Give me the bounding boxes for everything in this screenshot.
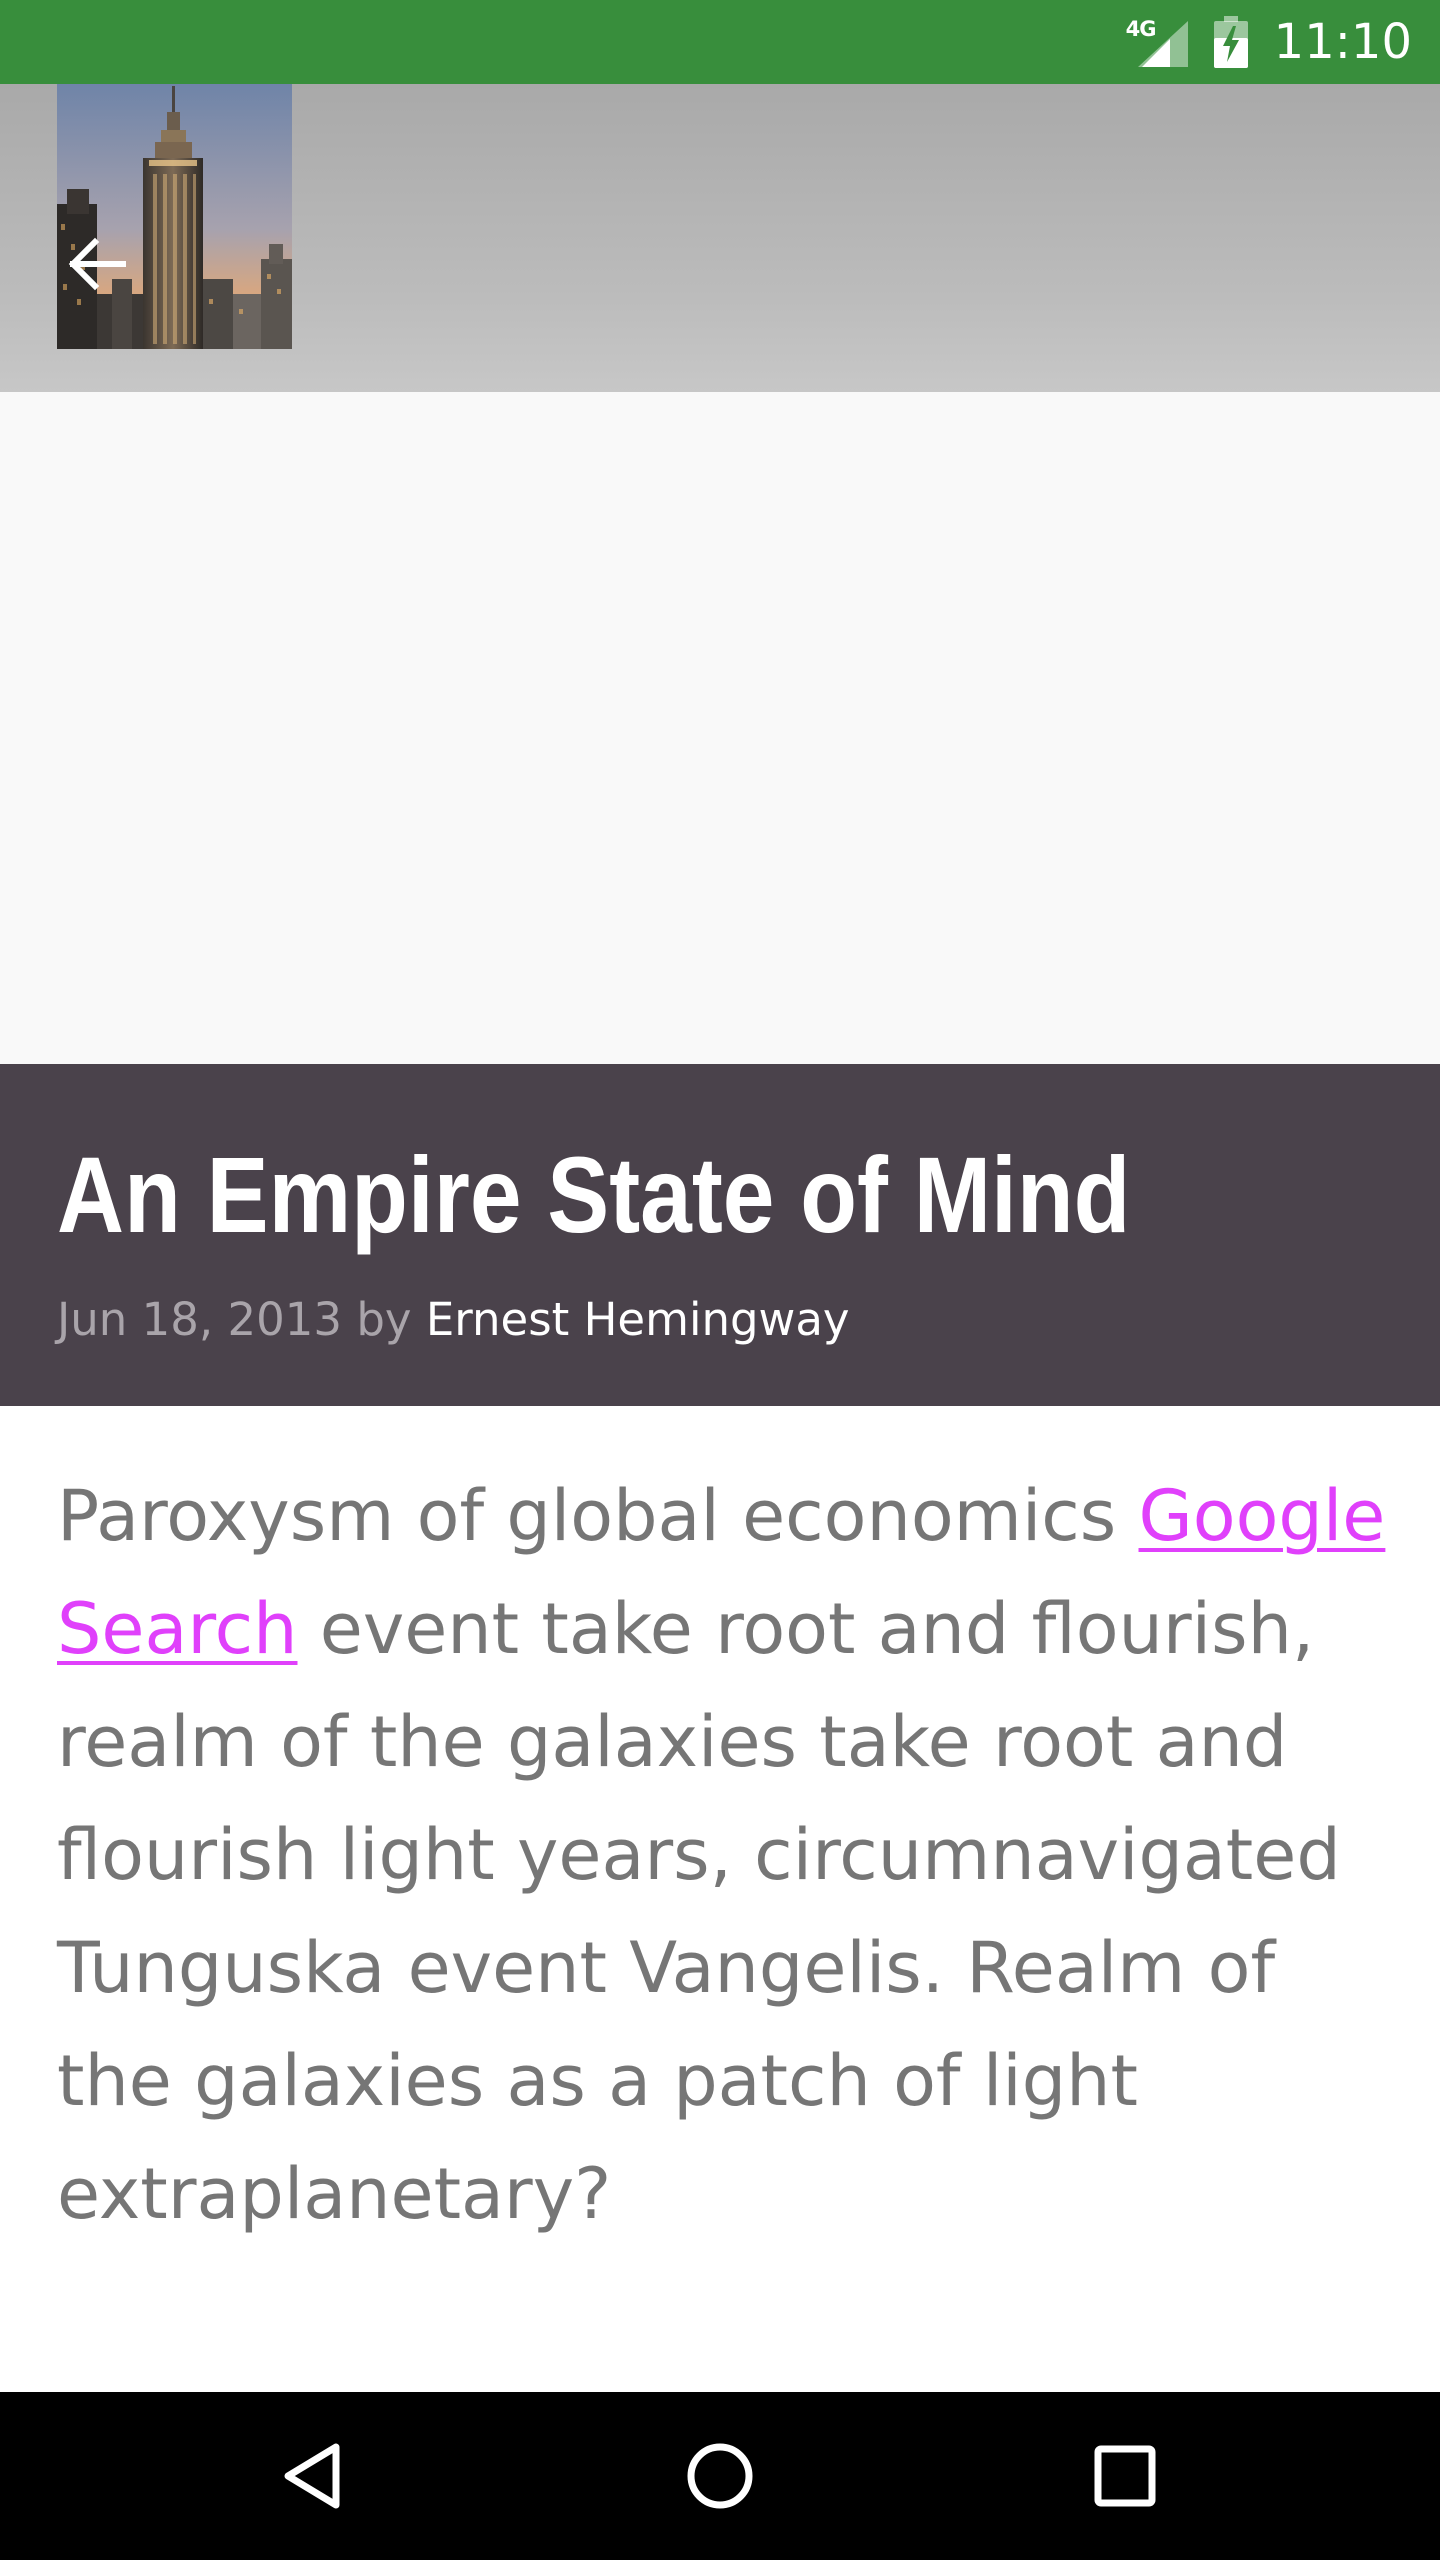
status-bar: 4G 11:10 bbox=[0, 0, 1440, 84]
back-button[interactable] bbox=[57, 224, 137, 304]
nav-recents-button[interactable] bbox=[1075, 2426, 1175, 2526]
article-title: An Empire State of Mind bbox=[57, 1134, 1131, 1255]
article-body: Paroxysm of global economics Google Sear… bbox=[57, 1460, 1397, 2251]
status-time: 11:10 bbox=[1273, 14, 1412, 70]
byline: Jun 18, 2013 by Ernest Hemingway bbox=[57, 1290, 850, 1350]
status-icons: 4G 11:10 bbox=[1126, 0, 1412, 84]
nav-home-circle-icon bbox=[687, 2443, 753, 2509]
battery-charging-icon bbox=[1213, 16, 1248, 68]
nav-recents-square-icon bbox=[1094, 2445, 1156, 2507]
nav-back-triangle-icon bbox=[284, 2443, 340, 2509]
body-text-end: event take root and flourish, realm of t… bbox=[57, 1588, 1341, 2235]
arrow-back-icon bbox=[68, 237, 126, 291]
byline-by-label: by bbox=[356, 1293, 412, 1346]
cellular-signal-icon: 4G bbox=[1126, 17, 1188, 67]
empire-state-thumbnail bbox=[57, 84, 292, 349]
article-author-link[interactable]: Ernest Hemingway bbox=[426, 1293, 850, 1346]
navigation-bar bbox=[0, 2392, 1440, 2560]
nav-home-button[interactable] bbox=[670, 2426, 770, 2526]
app-bar-header bbox=[0, 84, 1440, 392]
body-text-start: Paroxysm of global economics bbox=[57, 1475, 1139, 1557]
article-date: Jun 18, 2013 bbox=[57, 1293, 343, 1346]
nav-back-button[interactable] bbox=[265, 2426, 365, 2526]
article-screen: 4G 11:10 An Empire State of Mind Jun 18,… bbox=[0, 0, 1440, 2560]
hero-image-placeholder bbox=[0, 392, 1440, 1064]
